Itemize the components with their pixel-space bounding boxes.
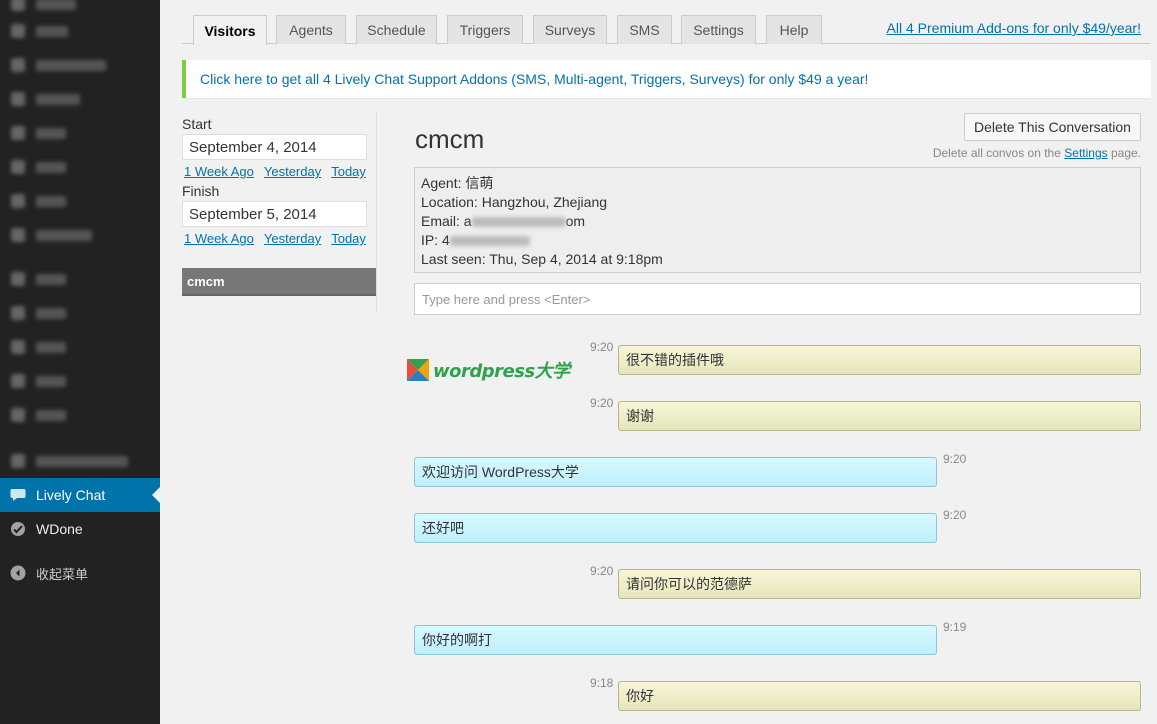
sidebar-item-label: WDone [36,521,83,537]
message-time: 9:20 [590,340,614,354]
wordpress-daxue-watermark: wordpress大学 [407,357,570,383]
addons-notice-link[interactable]: Click here to get all 4 Lively Chat Supp… [200,71,868,87]
plugin-icon [11,228,25,242]
sidebar-item-label: 收起菜单 [36,566,89,582]
tools-icon [11,374,25,388]
pin-icon [11,24,25,38]
pages-icon [11,126,25,140]
delete-note-text: Delete all convos on the [932,146,1061,160]
cloud-icon [11,454,25,468]
redacted-ip [449,236,530,247]
conversation-title: cmcm [415,124,485,154]
tab-sms[interactable]: SMS [617,15,672,44]
nav-tabs: Visitors Agents Schedule Triggers Survey… [182,14,1150,45]
finish-yesterday-link[interactable]: Yesterday [264,231,321,246]
finish-label: Finish [182,183,220,199]
sidebar-item-blurred[interactable] [0,48,160,82]
sidebar-item-blurred[interactable] [0,444,160,478]
delete-note: Delete all convos on the Settings page. [933,146,1141,160]
start-quick-links: 1 Week Ago Yesterday Today [184,164,366,179]
links-icon [11,92,25,106]
last-seen-line: Last seen: Thu, Sep 4, 2014 at 9:18pm [421,251,663,267]
sidebar-item-lively-chat[interactable]: Lively Chat [0,478,160,512]
visitor-info-box: Agent: 信萌 Location: Hangzhou, Zhejiang E… [414,167,1141,273]
media-icon [11,58,25,72]
delete-note-suffix: page. [1110,146,1141,160]
sidebar-item-blurred[interactable] [0,296,160,330]
visitor-message: 很不错的插件哦 [618,345,1141,375]
message-time: 9:19 [943,620,967,634]
delete-conversation-button[interactable]: Delete This Conversation [964,113,1141,141]
sidebar-item-blurred[interactable] [0,330,160,364]
sidebar-item-blurred[interactable] [0,150,160,184]
settings-icon [11,408,25,422]
panel-divider [376,112,377,312]
visitor-message: 你好 [618,681,1141,711]
finish-week-ago-link[interactable]: 1 Week Ago [184,231,254,246]
users-icon [11,340,25,354]
ip-prefix: IP: 4 [421,232,450,248]
location-line: Location: Hangzhou, Zhejiang [421,194,608,210]
sidebar-item-blurred[interactable] [0,82,160,116]
sidebar-item-blurred[interactable] [0,116,160,150]
email-suffix: om [565,213,586,229]
appearance-icon [11,272,25,286]
message-time: 9:20 [943,452,967,466]
sidebar-item-blurred[interactable] [0,262,160,296]
visitor-message: 请问你可以的范德萨 [618,569,1141,599]
sidebar-item-blurred[interactable] [0,364,160,398]
message-time: 9:18 [590,676,614,690]
redacted-email [471,217,566,228]
finish-quick-links: 1 Week Ago Yesterday Today [184,231,366,246]
menu-icon [11,0,25,11]
wdone-icon [8,519,28,539]
message-time: 9:20 [590,396,614,410]
email-line: Email: a om [421,212,1134,231]
sidebar-item-wdone[interactable]: WDone [0,512,160,546]
finish-today-link[interactable]: Today [331,231,366,246]
agent-message: 欢迎访问 WordPress大学 [414,457,937,487]
comments-icon [11,160,25,174]
start-today-link[interactable]: Today [331,164,366,179]
tab-schedule[interactable]: Schedule [356,15,437,44]
email-prefix: Email: a [421,213,472,229]
agent-message: 你好的啊打 [414,625,937,655]
watermark-logo: wordpress大学 [433,361,570,382]
finish-date-input[interactable] [182,201,367,227]
visitor-message: 谢谢 [618,401,1141,431]
message-time: 9:20 [590,564,614,578]
sidebar-item-blurred[interactable] [0,14,160,48]
collapse-arrow-icon [8,563,28,583]
collapse-menu-button[interactable]: 收起菜单 [0,556,160,590]
tab-triggers[interactable]: Triggers [447,15,523,44]
sidebar-item-blurred[interactable] [0,184,160,218]
conversation-filter-panel: Start 1 Week Ago Yesterday Today Finish … [182,112,376,312]
start-label: Start [182,116,212,132]
tab-surveys[interactable]: Surveys [533,15,607,44]
tab-agents[interactable]: Agents [276,15,346,44]
feedback-icon [11,194,25,208]
addons-notice: Click here to get all 4 Lively Chat Supp… [182,60,1151,98]
agent-line: Agent: 信萌 [421,175,494,191]
ip-line: IP: 4 [421,231,1134,250]
admin-sidebar: Lively Chat WDone 收起菜单 [0,0,160,724]
start-week-ago-link[interactable]: 1 Week Ago [184,164,254,179]
sidebar-item-blurred[interactable] [0,398,160,432]
watermark-logo-icon [407,359,429,381]
start-yesterday-link[interactable]: Yesterday [264,164,321,179]
conversation-list-item[interactable]: cmcm [182,268,376,296]
settings-link[interactable]: Settings [1064,146,1107,160]
plugins-icon [11,306,25,320]
premium-addons-link[interactable]: All 4 Premium Add-ons for only $49/year! [887,20,1141,36]
sidebar-item-label: Lively Chat [36,487,106,503]
sidebar-item-blurred[interactable] [0,218,160,252]
tab-settings[interactable]: Settings [681,15,756,44]
agent-message: 还好吧 [414,513,937,543]
message-time: 9:20 [943,508,967,522]
chat-message-input[interactable] [414,283,1141,315]
tab-visitors[interactable]: Visitors [193,15,267,45]
tab-help[interactable]: Help [766,15,822,44]
speech-bubble-icon [8,485,28,505]
start-date-input[interactable] [182,134,367,160]
